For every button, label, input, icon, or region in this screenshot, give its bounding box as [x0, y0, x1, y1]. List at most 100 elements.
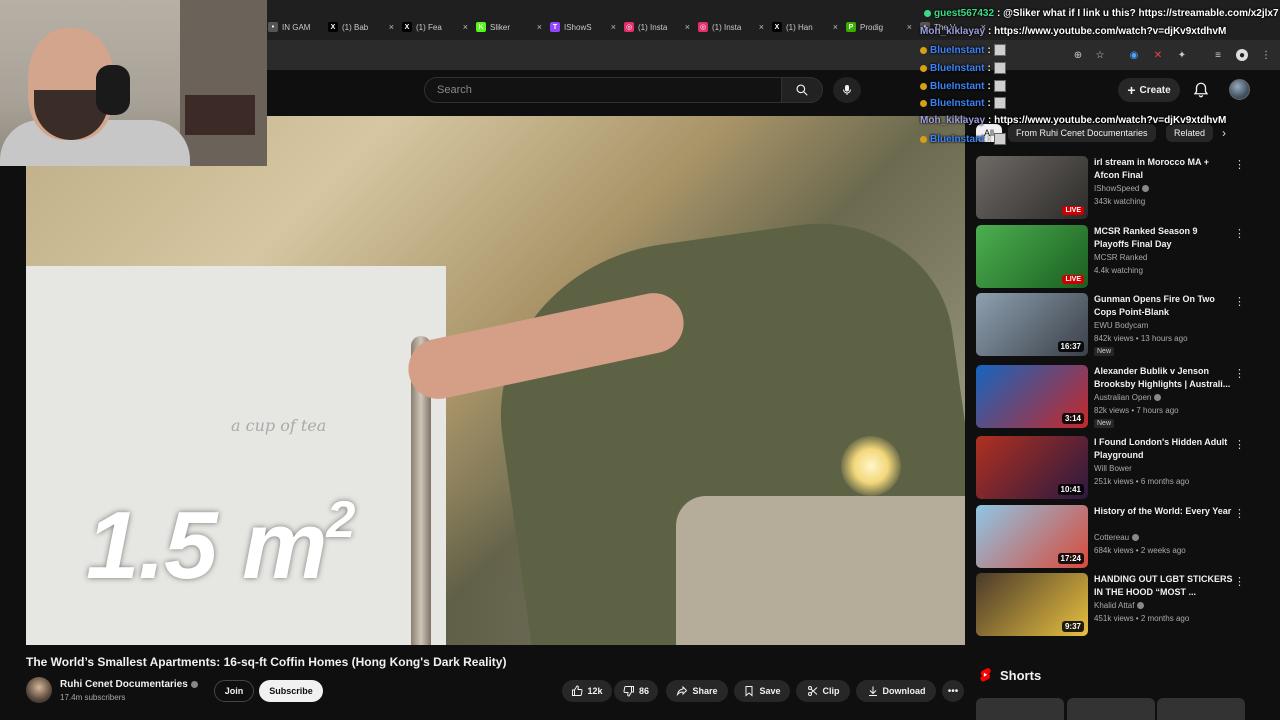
account-avatar[interactable]: [1229, 79, 1250, 100]
video-thumbnail[interactable]: 9:37: [976, 573, 1088, 636]
browser-menu-icon[interactable]: ⋮: [1260, 49, 1272, 61]
extension-icon[interactable]: ◉: [1128, 49, 1140, 61]
recommended-video[interactable]: 16:37 Gunman Opens Fire On Two Cops Point…: [976, 293, 1266, 359]
chevron-right-icon[interactable]: ›: [1222, 126, 1226, 140]
recommended-video[interactable]: 3:14 Alexander Bublik v Jenson Brooksby H…: [976, 365, 1266, 431]
recommended-video-title[interactable]: MCSR Ranked Season 9 Playoffs Final Day: [1094, 225, 1234, 251]
extensions-puzzle-icon[interactable]: ✦: [1176, 49, 1188, 61]
chat-message: guest567432: @Sliker what if I link u th…: [924, 8, 1279, 19]
browser-tab[interactable]: T IShowS ×: [550, 16, 616, 38]
recommended-video[interactable]: LIVE irl stream in Morocco MA + Afcon Fin…: [976, 156, 1266, 222]
recommended-video-title[interactable]: irl stream in Morocco MA + Afcon Final: [1094, 156, 1234, 182]
dislike-button[interactable]: 86: [614, 680, 658, 702]
bookmark-star-icon[interactable]: ☆: [1094, 49, 1106, 61]
more-actions-button[interactable]: •••: [942, 680, 964, 702]
recommended-channel-name[interactable]: MCSR Ranked: [1094, 253, 1147, 262]
recommended-video-title[interactable]: I Found London's Hidden Adult Playground: [1094, 436, 1234, 462]
recommended-video[interactable]: 10:41 I Found London's Hidden Adult Playg…: [976, 436, 1266, 502]
recommended-video-title[interactable]: History of the World: Every Year: [1094, 505, 1234, 518]
download-icon: [868, 686, 877, 696]
extension-icon[interactable]: ✕: [1152, 49, 1164, 61]
close-icon[interactable]: ×: [685, 22, 690, 32]
download-label: Download: [882, 686, 926, 696]
chat-message-text: : https://www.youtube.com/watch?v=djKv9x…: [988, 115, 1227, 126]
channel-avatar[interactable]: [26, 677, 52, 703]
recommended-video-title[interactable]: HANDING OUT LGBT STICKERS IN THE HOOD “M…: [1094, 573, 1234, 599]
more-vertical-icon[interactable]: ⋮: [1234, 367, 1245, 380]
duration-badge: 17:24: [1057, 553, 1084, 564]
more-vertical-icon[interactable]: ⋮: [1234, 158, 1245, 171]
recommended-channel-name[interactable]: Will Bower: [1094, 464, 1132, 473]
video-thumbnail[interactable]: 3:14: [976, 365, 1088, 428]
recommended-video[interactable]: 9:37 HANDING OUT LGBT STICKERS IN THE HOO…: [976, 573, 1266, 639]
close-icon[interactable]: ×: [537, 22, 542, 32]
browser-tab[interactable]: K Sliker ×: [476, 16, 542, 38]
chip-from-channel[interactable]: From Ruhi Cenet Documentaries: [1008, 124, 1156, 142]
short-thumbnail[interactable]: [1067, 698, 1155, 720]
create-button[interactable]: + Create: [1118, 78, 1180, 102]
chat-badge-icon: [920, 99, 927, 107]
install-icon[interactable]: ⊕: [1072, 49, 1084, 61]
short-thumbnail[interactable]: [1157, 698, 1245, 720]
channel-name[interactable]: Ruhi Cenet Documentaries: [60, 679, 198, 690]
video-thumbnail[interactable]: 16:37: [976, 293, 1088, 356]
video-thumbnail[interactable]: 17:24: [976, 505, 1088, 568]
recommended-video-title[interactable]: Alexander Bublik v Jenson Brooksby Highl…: [1094, 365, 1234, 391]
like-button[interactable]: 12k: [562, 680, 612, 702]
verified-icon: [1154, 394, 1162, 401]
more-vertical-icon[interactable]: ⋮: [1234, 295, 1245, 308]
recommended-video-title[interactable]: Gunman Opens Fire On Two Cops Point-Blan…: [1094, 293, 1234, 319]
browser-tab[interactable]: •IN GAM×: [268, 16, 334, 38]
recommended-video[interactable]: LIVE MCSR Ranked Season 9 Playoffs Final …: [976, 225, 1266, 291]
browser-tab[interactable]: P Prodig ×: [846, 16, 912, 38]
recommended-channel-name[interactable]: IShowSpeed: [1094, 184, 1150, 193]
browser-tab[interactable]: X (1) Bab ×: [328, 16, 394, 38]
recommended-video[interactable]: 17:24 History of the World: Every Year Cot…: [976, 505, 1266, 571]
close-icon[interactable]: ×: [833, 22, 838, 32]
video-thumbnail[interactable]: 10:41: [976, 436, 1088, 499]
close-icon[interactable]: ×: [759, 22, 764, 32]
more-vertical-icon[interactable]: ⋮: [1234, 227, 1245, 240]
recommended-channel-text: Khalid Attaf: [1094, 601, 1135, 610]
profile-icon[interactable]: ●: [1236, 49, 1248, 61]
reading-list-icon[interactable]: ≡: [1212, 49, 1224, 61]
close-icon[interactable]: ×: [463, 22, 468, 32]
browser-tab[interactable]: X (1) Han ×: [772, 16, 838, 38]
download-button[interactable]: Download: [856, 680, 936, 702]
browser-tab[interactable]: ◎ (1) Insta ×: [624, 16, 690, 38]
recommended-channel-name[interactable]: Australian Open: [1094, 393, 1162, 402]
search-button[interactable]: [781, 77, 823, 103]
verified-icon: [1142, 185, 1150, 192]
notifications-bell-icon[interactable]: [1192, 81, 1210, 99]
video-thumbnail[interactable]: LIVE: [976, 156, 1088, 219]
save-button[interactable]: Save: [734, 680, 790, 702]
share-button[interactable]: Share: [666, 680, 728, 702]
recommended-channel-name[interactable]: EWU Bodycam: [1094, 321, 1148, 330]
more-vertical-icon[interactable]: ⋮: [1234, 575, 1245, 588]
more-vertical-icon[interactable]: ⋮: [1234, 507, 1245, 520]
dislike-count: 86: [638, 686, 649, 696]
close-icon[interactable]: ×: [907, 22, 912, 32]
duration-badge: 16:37: [1057, 341, 1084, 352]
recommended-video-stats: 251k views • 6 months ago: [1094, 477, 1190, 486]
streamer-webcam: [0, 0, 267, 166]
search-input[interactable]: Search: [424, 77, 782, 103]
chip-related[interactable]: Related: [1166, 124, 1214, 142]
new-badge: New: [1094, 419, 1115, 428]
close-icon[interactable]: ×: [611, 22, 616, 32]
new-badge: New: [1094, 347, 1115, 356]
close-icon[interactable]: ×: [389, 22, 394, 32]
browser-tab[interactable]: ◎ (1) Insta ×: [698, 16, 764, 38]
subscribe-button[interactable]: Subscribe: [259, 680, 323, 702]
more-vertical-icon[interactable]: ⋮: [1234, 438, 1245, 451]
voice-search-button[interactable]: [833, 77, 861, 103]
short-thumbnail[interactable]: [976, 698, 1064, 720]
recommended-channel-text: IShowSpeed: [1094, 184, 1140, 193]
video-player[interactable]: a cup of tea 1.5 m2: [26, 116, 965, 645]
recommended-channel-name[interactable]: Khalid Attaf: [1094, 601, 1145, 610]
recommended-channel-name[interactable]: Cottereau: [1094, 533, 1140, 542]
browser-tab[interactable]: X (1) Fea ×: [402, 16, 468, 38]
clip-button[interactable]: Clip: [796, 680, 850, 702]
video-thumbnail[interactable]: LIVE: [976, 225, 1088, 288]
join-button[interactable]: Join: [214, 680, 254, 702]
